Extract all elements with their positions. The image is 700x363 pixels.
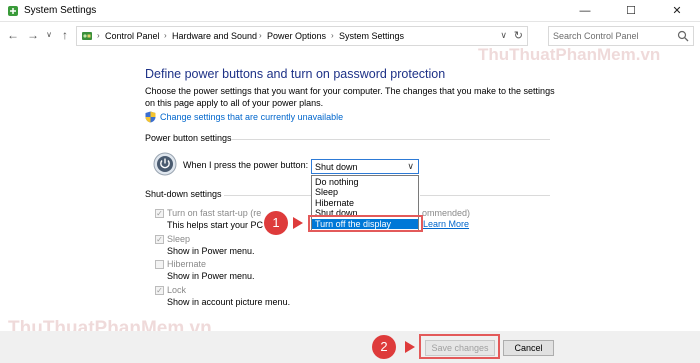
hibernate-checkbox[interactable] — [155, 260, 164, 269]
breadcrumb-system-settings[interactable]: System Settings — [339, 31, 404, 41]
breadcrumb-separator: › — [97, 31, 100, 40]
lock-description: Show in account picture menu. — [167, 297, 291, 307]
callout-arrow — [293, 217, 303, 229]
sleep-title: Sleep — [167, 234, 191, 244]
recent-locations-chevron-icon[interactable]: ∨ — [42, 27, 56, 43]
dropdown-option-do-nothing[interactable]: Do nothing — [312, 177, 418, 187]
change-unavailable-settings-link[interactable]: Change settings that are currently unava… — [160, 112, 343, 122]
fast-startup-description: This helps start your PC — [167, 220, 264, 230]
control-panel-icon — [82, 32, 92, 40]
section-divider — [232, 139, 550, 140]
shutdown-section-title: Shut-down settings — [145, 189, 222, 199]
lock-title: Lock — [167, 285, 187, 295]
power-button-icon — [153, 152, 177, 176]
uac-shield-icon — [145, 111, 156, 123]
power-button-section-title: Power button settings — [145, 133, 232, 143]
up-arrow-icon[interactable]: ↑ — [58, 27, 72, 43]
system-settings-icon — [8, 6, 18, 16]
hibernate-description: Show in Power menu. — [167, 271, 255, 281]
watermark: ThuThuatPhanMem.vn — [478, 45, 661, 64]
window-title: System Settings — [24, 5, 97, 16]
maximize-button[interactable]: ☐ — [608, 0, 654, 22]
breadcrumb-hardware-and-sound[interactable]: Hardware and Sound — [172, 31, 257, 41]
address-dropdown-icon[interactable]: ∨ — [500, 30, 507, 41]
dropdown-option-hibernate[interactable]: Hibernate — [312, 198, 418, 208]
bottom-button-bar: Save changes Cancel — [0, 331, 700, 363]
section-divider — [224, 195, 311, 196]
breadcrumb-power-options[interactable]: Power Options — [267, 31, 326, 41]
forward-arrow-icon[interactable]: → — [26, 27, 40, 43]
breadcrumb-separator: › — [164, 31, 167, 40]
refresh-icon[interactable]: ↻ — [514, 29, 523, 42]
minimize-button[interactable]: — — [562, 0, 608, 22]
search-icon[interactable] — [677, 30, 689, 42]
chevron-down-icon[interactable]: ∨ — [407, 161, 414, 172]
callout-badge-1: 1 — [264, 211, 288, 235]
title-bar: System Settings — ☐ ✕ — [0, 0, 700, 22]
breadcrumb-separator: › — [331, 31, 334, 40]
cancel-button[interactable]: Cancel — [503, 340, 554, 356]
back-arrow-icon[interactable]: ← — [6, 27, 20, 43]
search-input[interactable] — [553, 29, 671, 43]
selected-action: Shut down — [315, 162, 358, 172]
page-title: Define power buttons and turn on passwor… — [145, 67, 446, 81]
main-content: ThuThuatPhanMem.vn Define power buttons … — [0, 45, 700, 363]
callout-badge-2: 2 — [372, 335, 396, 359]
highlight-box-save-changes — [419, 334, 500, 359]
dropdown-option-sleep[interactable]: Sleep — [312, 187, 418, 197]
hibernate-title: Hibernate — [167, 259, 207, 269]
breadcrumb-control-panel[interactable]: Control Panel — [105, 31, 160, 41]
address-bar[interactable]: › Control Panel › Hardware and Sound › P… — [76, 26, 528, 46]
fast-startup-title-tail: ommended) — [422, 208, 471, 218]
search-box[interactable] — [548, 26, 694, 46]
breadcrumb-separator: › — [259, 31, 262, 40]
highlight-box-turn-off-display — [308, 215, 423, 232]
close-button[interactable]: ✕ — [654, 0, 700, 22]
sleep-checkbox[interactable]: ✓ — [155, 235, 164, 244]
lock-checkbox[interactable]: ✓ — [155, 286, 164, 295]
learn-more-link[interactable]: Learn More — [423, 219, 469, 229]
section-divider — [420, 195, 550, 196]
power-button-action-select[interactable]: Shut down ∨ — [311, 159, 419, 174]
sleep-description: Show in Power menu. — [167, 246, 255, 256]
fast-startup-title: Turn on fast start-up (re — [167, 208, 262, 218]
callout-arrow — [405, 341, 415, 353]
page-description: Choose the power settings that you want … — [145, 86, 555, 108]
fast-startup-checkbox[interactable]: ✓ — [155, 209, 164, 218]
power-button-label: When I press the power button: — [183, 160, 309, 170]
